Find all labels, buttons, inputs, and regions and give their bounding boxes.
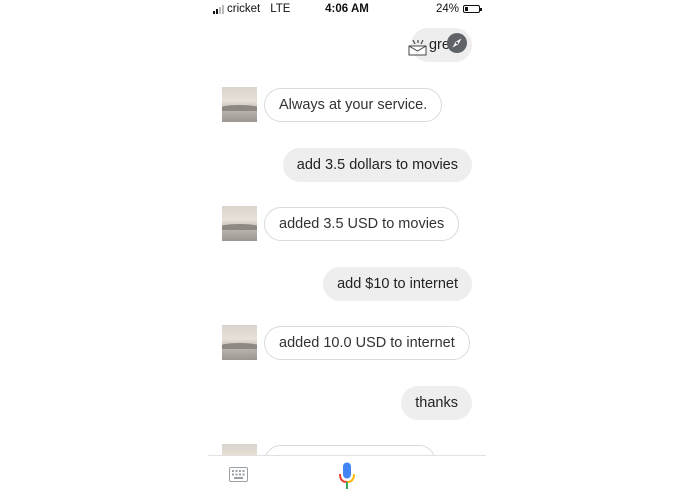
battery-percent: 24% [435,3,459,15]
message-text: add 3.5 dollars to movies [296,157,458,173]
phone-screen: cricket LTE 4:06 AM 24% grea Always at y… [208,0,486,494]
overlay-icons [408,32,472,56]
compass-icon[interactable] [446,32,468,54]
input-bar [208,455,486,494]
mail-icon[interactable] [408,40,428,56]
assistant-message: added 3.5 USD to movies [264,207,460,241]
status-right: 24% [435,3,482,15]
message-text: thanks [415,395,458,411]
message-text: added 3.5 USD to movies [279,216,445,232]
assistant-avatar [222,206,257,241]
user-message: add 3.5 dollars to movies [282,148,472,182]
message-text: added 10.0 USD to internet [279,335,455,351]
keyboard-icon[interactable] [229,467,248,482]
assistant-avatar [222,325,257,360]
user-message: add $10 to internet [323,267,472,301]
assistant-message: added 10.0 USD to internet [264,326,470,360]
status-bar: cricket LTE 4:06 AM 24% [208,0,486,18]
assistant-avatar [222,87,257,122]
assistant-message: Always at your service. [264,88,443,122]
user-message: thanks [401,386,472,420]
battery-icon [463,5,482,13]
microphone-icon[interactable] [338,462,356,490]
message-text: add $10 to internet [337,276,458,292]
message-text: Always at your service. [279,97,428,113]
